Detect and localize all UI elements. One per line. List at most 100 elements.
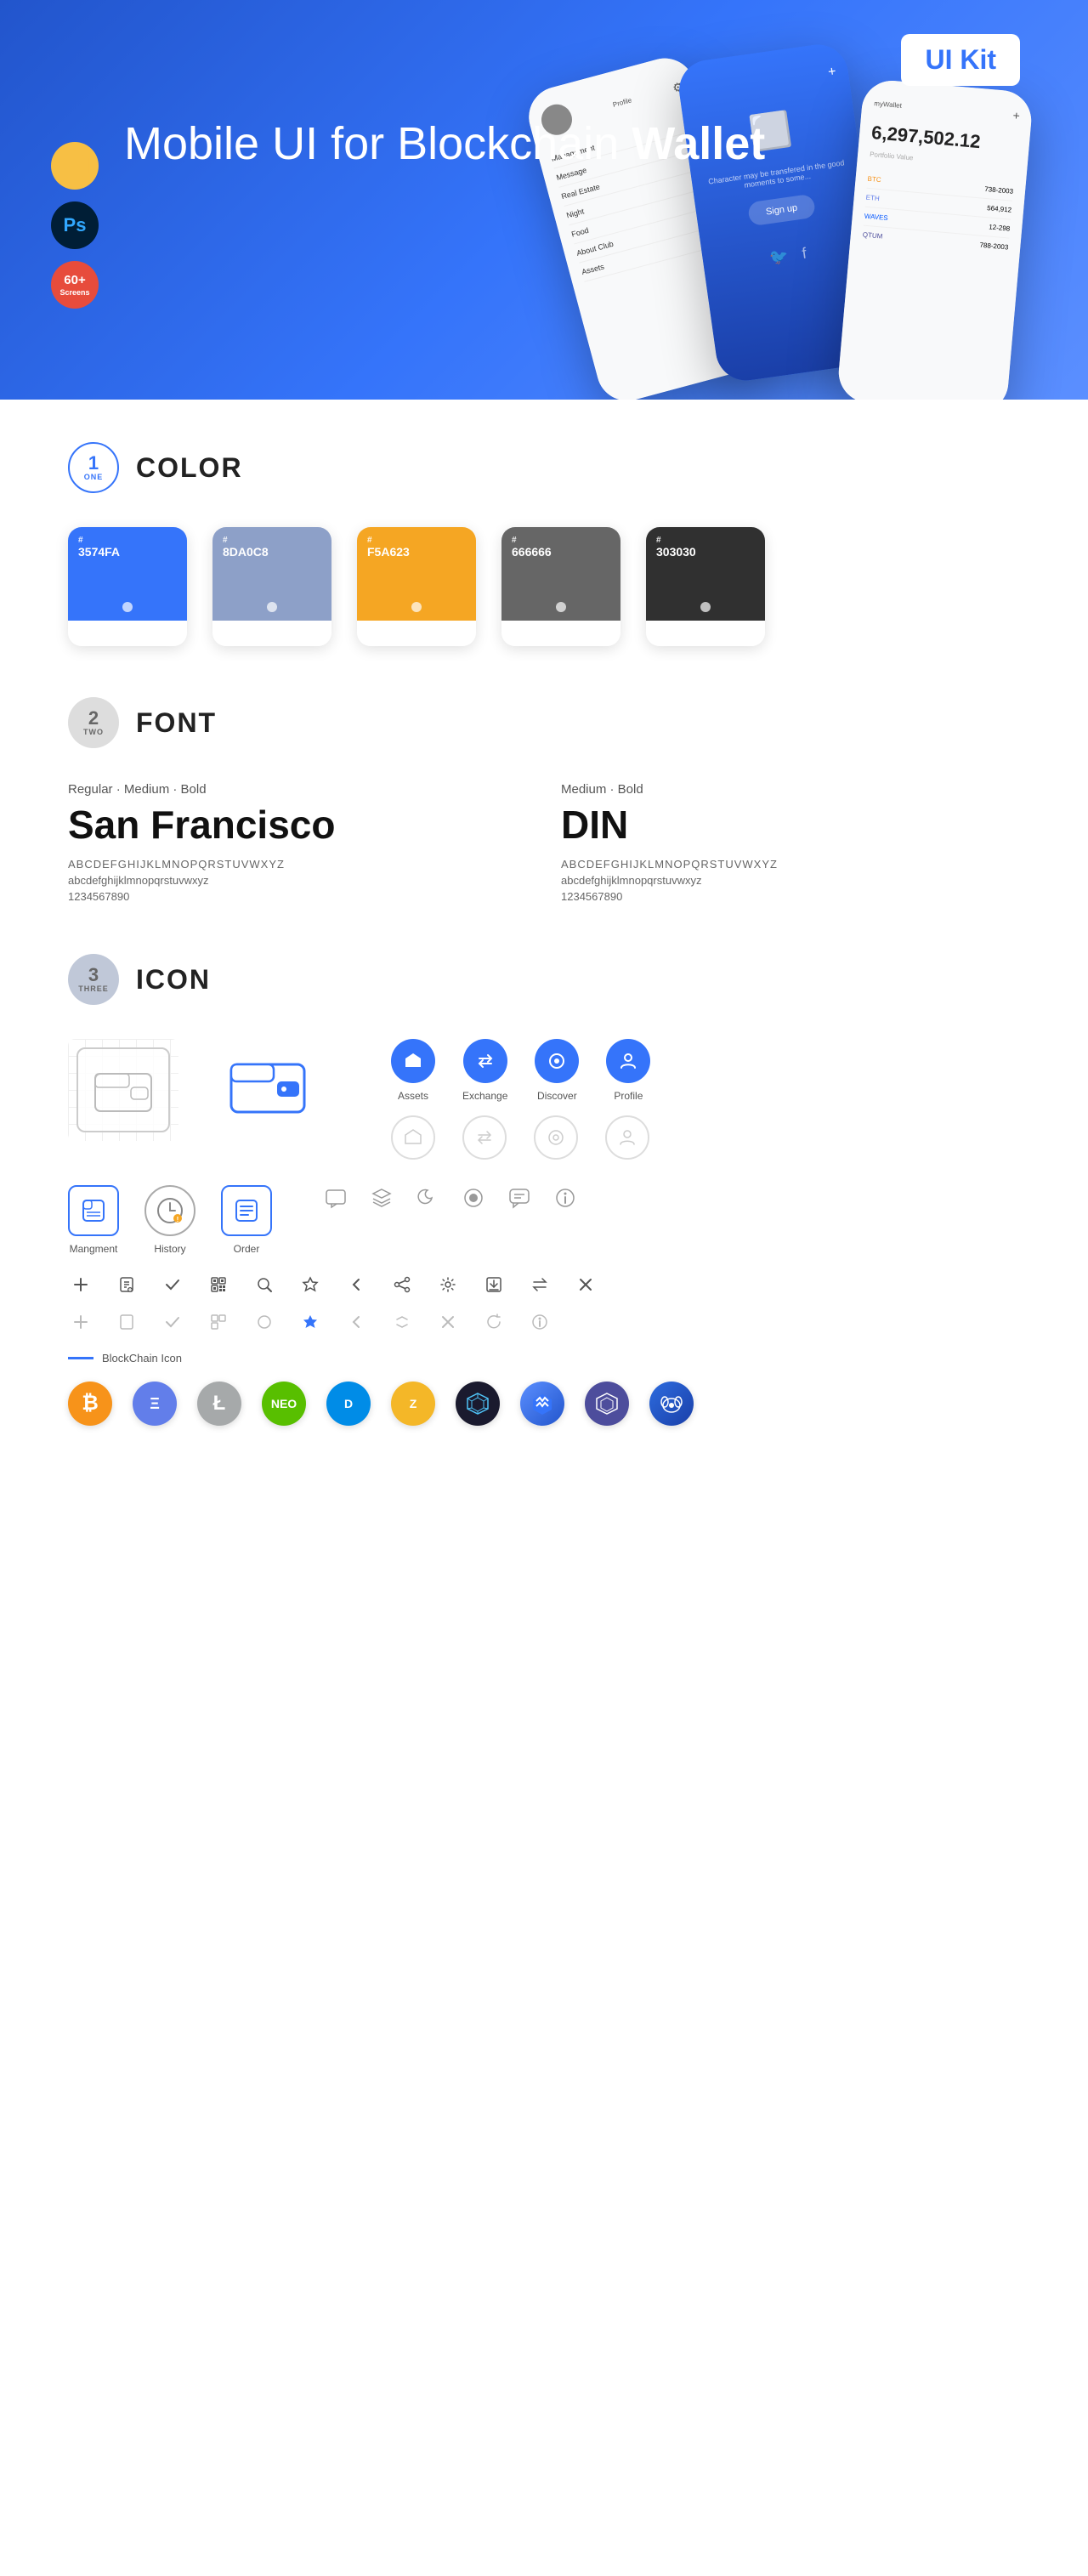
litecoin-icon: Ł [197,1382,241,1426]
circle-icon-gray [252,1309,277,1335]
share-icon [389,1272,415,1297]
settings-icon [435,1272,461,1297]
swatch-gray: # 666666 [502,527,620,646]
ps-badge: Ps [51,201,99,249]
dash-icon: D [326,1382,371,1426]
icon-wallet-filled [212,1039,323,1132]
color-section: 1 ONE COLOR # 3574FA # 8DA0C8 [68,442,1020,646]
hero-title: Mobile UI for Blockchain Wallet [124,91,765,172]
plus-icon-gray [68,1309,94,1335]
bat-icon [649,1382,694,1426]
download-icon [481,1272,507,1297]
font-section: 2 TWO FONT Regular · Medium · Bold San F… [68,697,1020,903]
rotate-icon-gray [481,1309,507,1335]
profile-icon-item: Profile [606,1039,650,1102]
sign-up-button[interactable]: Sign up [747,194,815,226]
order-icon-item: Order [221,1185,272,1255]
grid-icon [456,1382,500,1426]
main-content: 1 ONE COLOR # 3574FA # 8DA0C8 [0,400,1088,1519]
small-icons-row-1 [68,1272,1020,1297]
section-num-3: 3 THREE [68,954,119,1005]
coin-row: ₿ Ξ Ł NEO D Z [68,1382,1020,1426]
sketch-badge [51,142,99,190]
double-arrow-icon-gray [389,1309,415,1335]
swatch-orange: # F5A623 [357,527,476,646]
chevron-left-icon-gray [343,1309,369,1335]
assets-icon-outline [391,1115,435,1160]
color-section-header: 1 ONE COLOR [68,442,1020,493]
zcash-icon: Z [391,1382,435,1426]
hero-section: Ps 60+ Screens Mobile UI for Blockchain … [0,0,1088,400]
discover-icon-item: Discover [535,1039,579,1102]
profile-icon-outline [605,1115,649,1160]
assets-icon-item: Assets [391,1039,435,1102]
qr-icon [206,1272,231,1297]
exchange-icon [463,1039,507,1083]
discover-icon-outline [534,1115,578,1160]
star-icon-blue [298,1309,323,1335]
wallet-wireframe-svg [94,1067,153,1114]
app-icons-row: Mangment ! History [68,1185,1020,1255]
info-icon [552,1185,578,1211]
section-num-2: 2 TWO [68,697,119,748]
icon-grid-top: Assets Exchange [68,1039,1020,1160]
info-icon-gray [527,1309,552,1335]
management-icon-item: Mangment [68,1185,119,1255]
nav-icons-filled-row: Assets Exchange [391,1039,650,1102]
nav-icons-container: Assets Exchange [391,1039,650,1160]
history-icon: ! [144,1185,196,1236]
plus-icon [68,1272,94,1297]
blockchain-label-row: BlockChain Icon [68,1352,1020,1365]
svg-text:!: ! [177,1216,179,1223]
chat-icon [323,1185,348,1211]
neo-icon: NEO [262,1382,306,1426]
color-title: COLOR [136,452,243,484]
search-icon [252,1272,277,1297]
star-icon [298,1272,323,1297]
circle-icon [461,1185,486,1211]
management-icon [68,1185,119,1236]
icon-section: 3 THREE ICON [68,954,1020,1426]
ethereum-icon: Ξ [133,1382,177,1426]
font-item-sf: Regular · Medium · Bold San Francisco AB… [68,782,527,903]
icon-section-header: 3 THREE ICON [68,954,1020,1005]
chevron-left-icon [343,1272,369,1297]
swap-icon [527,1272,552,1297]
icon-wireframe-container [68,1039,178,1141]
font-title: FONT [136,707,217,739]
qr-icon-gray [206,1309,231,1335]
discover-icon [535,1039,579,1083]
screens-badge: 60+ Screens [51,261,99,309]
phone-3: myWallet + 6,297,502.12 Portfolio Value … [836,78,1034,400]
swatch-dark: # 303030 [646,527,765,646]
layers-icon [369,1185,394,1211]
wallet-icon-svg [230,1054,306,1118]
moon-icon [415,1185,440,1211]
document-plus-icon [114,1272,139,1297]
poa-icon [585,1382,629,1426]
color-swatches-container: # 3574FA # 8DA0C8 # F5A623 [68,527,1020,646]
profile-icon [606,1039,650,1083]
waves-icon [520,1382,564,1426]
section-num-1: 1 ONE [68,442,119,493]
exchange-icon-outline [462,1115,507,1160]
nav-icons-outline-row [391,1115,650,1160]
order-icon [221,1185,272,1236]
assets-icon [391,1039,435,1083]
doc-icon-gray [114,1309,139,1335]
blockchain-label: BlockChain Icon [102,1352,182,1365]
blockchain-divider-line [68,1357,94,1359]
misc-icons-row [323,1185,578,1211]
icon-title: ICON [136,964,211,996]
check-icon [160,1272,185,1297]
font-item-din: Medium · Bold DIN ABCDEFGHIJKLMNOPQRSTUV… [561,782,1020,903]
close-icon [573,1272,598,1297]
exchange-icon-item: Exchange [462,1039,507,1102]
bitcoin-icon: ₿ [68,1382,112,1426]
history-icon-item: ! History [144,1185,196,1255]
swatch-gray-blue: # 8DA0C8 [212,527,332,646]
ui-kit-badge: UI Kit [901,34,1020,86]
font-grid: Regular · Medium · Bold San Francisco AB… [68,782,1020,903]
x-icon-gray [435,1309,461,1335]
small-icons-row-2 [68,1309,1020,1335]
